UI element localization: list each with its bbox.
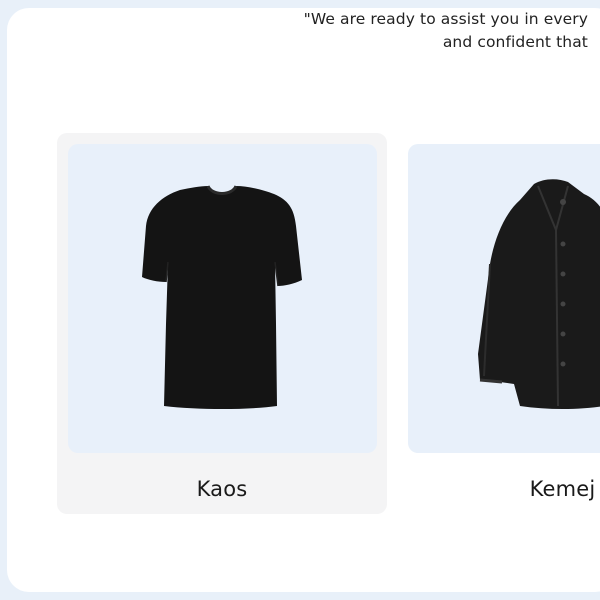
hero-quote-line-2: and confident that xyxy=(442,33,588,51)
page-frame: "We are ready to assist you in every and… xyxy=(7,8,600,592)
product-label-kaos: Kaos xyxy=(196,477,248,501)
tshirt-icon xyxy=(142,185,302,409)
product-card-kemeja[interactable]: Kemej xyxy=(408,133,600,514)
product-image-kaos xyxy=(68,144,377,453)
product-image-kemeja xyxy=(408,144,600,453)
product-card-kaos[interactable]: Kaos xyxy=(57,133,387,514)
hero-quote-line-1: "We are ready to assist you in every xyxy=(303,10,588,28)
shirt-icon xyxy=(478,179,600,409)
product-label-kemeja: Kemej xyxy=(529,477,596,501)
